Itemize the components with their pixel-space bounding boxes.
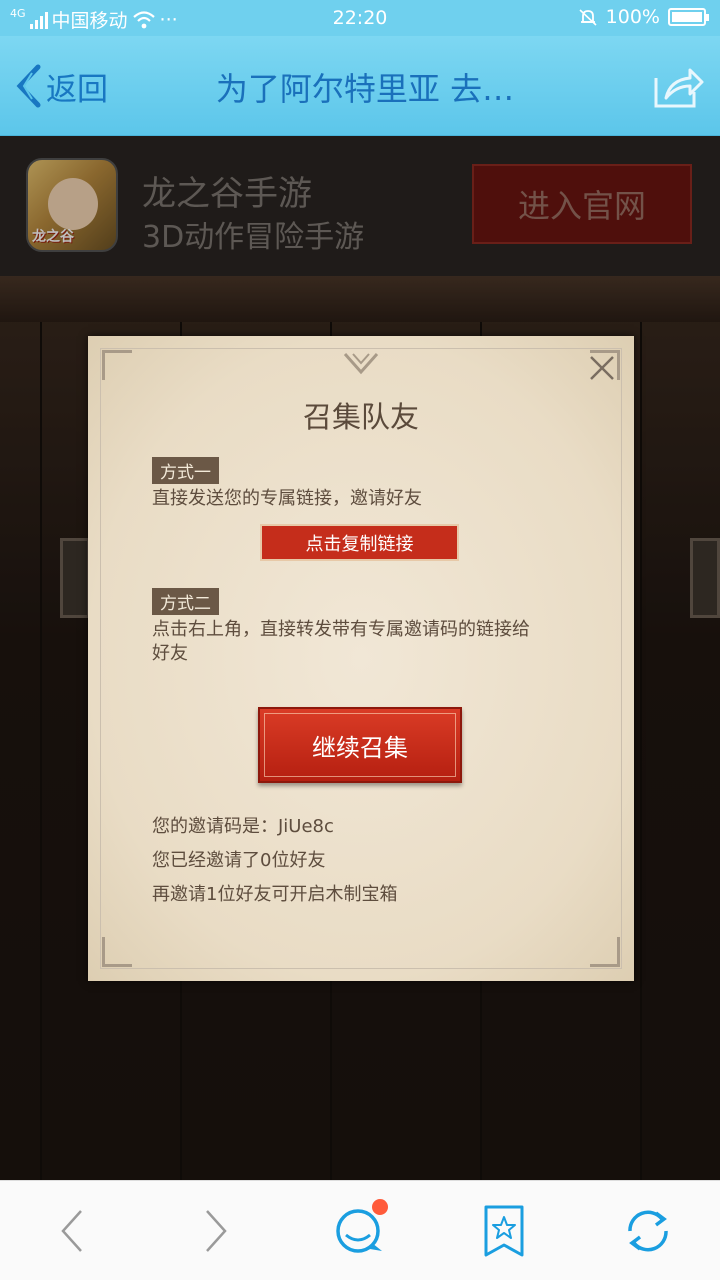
continue-invite-button[interactable]: 继续召集 (258, 707, 462, 783)
nav-back-button[interactable] (40, 1199, 104, 1263)
share-icon (654, 68, 704, 108)
ornament-corner-tl (102, 350, 132, 380)
ornament-corner-bl (102, 937, 132, 967)
close-button[interactable] (582, 348, 622, 388)
status-right: 100% (578, 6, 709, 28)
method-two-tag: 方式二 (152, 588, 219, 615)
back-chevron-icon (16, 64, 41, 108)
alarm-muted-icon (579, 9, 597, 26)
close-icon (590, 356, 614, 380)
copy-link-button[interactable]: 点击复制链接 (260, 524, 459, 561)
bookmark-star-icon (484, 1205, 524, 1257)
chevron-right-icon (206, 1210, 227, 1252)
method-two-description: 点击右上角，直接转发带有专属邀请码的链接给好友 (152, 619, 530, 664)
reward-hint-text: 再邀请1位好友可开启木制宝箱 (152, 884, 398, 905)
status-bar: 4G 中国移动 ··· 22:20 100% (0, 0, 720, 36)
bottom-toolbar (0, 1180, 720, 1280)
invite-code-text: 您的邀请码是：JiUe8c (152, 816, 334, 837)
chevron-left-icon (61, 1210, 82, 1252)
method-one-tag: 方式一 (152, 457, 219, 484)
invite-dialog: 召集队友 方式一 直接发送您的专属链接，邀请好友 点击复制链接 方式二 点击右上… (88, 336, 634, 981)
top-ornament-icon (343, 353, 379, 375)
notification-dot (372, 1199, 388, 1215)
back-label: 返回 (46, 71, 108, 108)
refresh-icon (628, 1210, 668, 1252)
refresh-button[interactable] (616, 1199, 680, 1263)
page-title: 为了阿尔特里亚 去… (215, 70, 515, 108)
continue-invite-label: 继续召集 (312, 733, 408, 762)
nav-forward-button[interactable] (184, 1199, 248, 1263)
battery-percent: 100% (605, 6, 660, 28)
method-one-description: 直接发送您的专属链接，邀请好友 (152, 488, 422, 509)
nav-bar: 返回 为了阿尔特里亚 去… (0, 36, 720, 136)
dialog-title: 召集队友 (302, 400, 419, 434)
share-button[interactable] (650, 62, 706, 112)
ornament-corner-br (590, 937, 620, 967)
invited-count-text: 您已经邀请了0位好友 (152, 850, 326, 871)
comments-button[interactable] (328, 1199, 392, 1263)
back-button[interactable]: 返回 (14, 60, 108, 112)
battery-icon (668, 8, 709, 26)
favorite-button[interactable] (472, 1199, 536, 1263)
